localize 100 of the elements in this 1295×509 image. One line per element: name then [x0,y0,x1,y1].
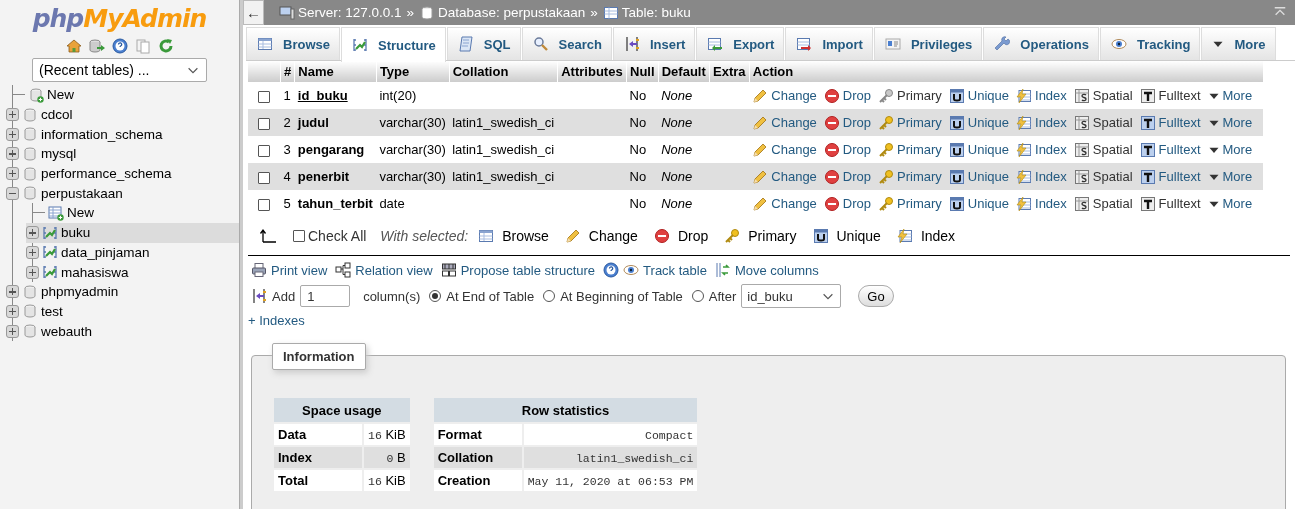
expand-toggle[interactable] [26,226,39,240]
action-link[interactable]: Fulltext [1139,114,1201,131]
action-link[interactable]: Drop [823,141,872,158]
recent-tables-dropdown[interactable]: (Recent tables) ... [32,58,207,82]
action-link[interactable]: Drop [823,195,872,212]
tree-item[interactable]: perpustakaan [6,183,239,204]
tree-item[interactable]: webauth [6,321,239,341]
column-collation: latin1_swedish_ci [452,115,555,130]
action-link[interactable]: Index [1016,195,1067,212]
check-all-checkbox[interactable] [293,230,305,242]
action-link[interactable]: Index [1016,114,1067,131]
action-link[interactable]: Primary [878,168,942,185]
link[interactable]: Move columns [734,262,819,278]
help-icon[interactable] [111,38,128,54]
expand-toggle[interactable] [26,265,39,279]
tree-item[interactable]: buku [26,222,239,243]
tree-item[interactable]: New [26,203,239,223]
more-dropdown[interactable]: More [1207,169,1253,184]
column-count-field[interactable]: 1 [300,285,351,307]
tree-item[interactable]: data_pinjaman [26,242,239,263]
tree-item[interactable]: cdcol [6,104,239,125]
action-link[interactable]: Index [1016,87,1067,104]
home-icon[interactable] [65,38,82,54]
action-link[interactable]: Primary [878,141,942,158]
action-link[interactable]: Drop [823,114,872,131]
help-icon[interactable] [603,262,620,278]
action-link[interactable]: Primary [878,114,942,131]
action-link[interactable]: Fulltext [1139,168,1201,185]
expand-toggle[interactable] [26,245,39,259]
breadcrumb-link[interactable]: Database: perpustakaan [438,5,586,20]
expand-toggle[interactable] [6,147,19,161]
action-link[interactable]: Change [752,141,817,158]
tab[interactable]: Structure [340,27,446,62]
action-link[interactable]: Change [752,195,817,212]
tree-item[interactable]: test [6,301,239,322]
tab[interactable]: Operations [983,27,1099,60]
action-link[interactable]: Unique [948,195,1010,212]
action-link[interactable]: Unique [948,87,1010,104]
bulk-action-button[interactable]: Primary [724,228,797,244]
tab[interactable]: Insert [612,27,696,60]
action-link[interactable]: Unique [948,168,1010,185]
indexes-link[interactable]: + Indexes [248,313,305,328]
tree-item[interactable]: mahasiswa [26,262,239,282]
action-link[interactable]: Unique [948,114,1010,131]
bulk-action-button[interactable]: Index [896,228,956,244]
after-field-dropdown[interactable]: id_buku [741,284,842,308]
expand-toggle[interactable] [6,167,19,181]
tree-item[interactable]: information_schema [6,124,239,145]
tab[interactable]: Browse [246,27,340,60]
action-link[interactable]: Primary [878,195,942,212]
bulk-action-button[interactable]: Unique [812,228,881,244]
link[interactable]: Track table [643,262,707,278]
tab[interactable]: Export [696,27,785,60]
go-button[interactable]: Go [858,285,894,307]
action-link[interactable]: Index [1016,168,1067,185]
tab[interactable]: SQL [446,27,521,60]
tree-item[interactable]: New [6,85,239,105]
database-arrow-icon[interactable] [88,38,105,54]
action-link[interactable]: Index [1016,141,1067,158]
action-link[interactable]: Unique [948,141,1010,158]
tab[interactable]: Privileges [873,27,983,60]
bulk-action-button[interactable]: Drop [653,228,709,244]
expand-toggle[interactable] [6,108,19,122]
more-dropdown[interactable]: More [1207,115,1253,130]
action-link[interactable]: Drop [823,168,872,185]
more-dropdown[interactable]: More [1207,88,1253,103]
action-link[interactable]: Change [752,168,817,185]
expand-toggle[interactable] [6,324,19,338]
expand-toggle[interactable] [6,127,19,141]
breadcrumb-link[interactable]: Table: buku [621,5,691,20]
link[interactable]: Relation view [355,262,433,278]
link[interactable]: Print view [271,262,328,278]
tree-item[interactable]: phpmyadmin [6,281,239,302]
tab[interactable]: Search [521,27,612,60]
tab[interactable]: More [1201,27,1276,60]
action-link[interactable]: Change [752,87,817,104]
breadcrumb-link[interactable]: Server: 127.0.0.1 [298,5,402,20]
tree-item[interactable]: performance_schema [6,163,239,184]
more-dropdown[interactable]: More [1207,196,1253,211]
reload-icon[interactable] [157,38,174,54]
action-link[interactable]: Drop [823,87,872,104]
tab[interactable]: Import [785,27,873,60]
row-checkbox[interactable] [258,144,270,157]
row-checkbox[interactable] [258,198,270,211]
row-checkbox[interactable] [258,117,270,130]
row-checkbox[interactable] [258,90,270,103]
expand-toggle[interactable] [6,285,19,299]
expand-toggle[interactable] [6,304,19,318]
row-checkbox[interactable] [258,171,270,184]
bulk-action-button[interactable]: Browse [478,228,549,244]
back-button[interactable]: ← [243,0,264,25]
link[interactable]: Propose table structure [460,262,596,278]
more-dropdown[interactable]: More [1207,142,1253,157]
bulk-action-button[interactable]: Change [564,228,638,244]
collapse-toggle[interactable] [6,186,19,200]
action-link[interactable]: Fulltext [1139,141,1201,158]
table-icon [257,36,273,52]
tab[interactable]: Tracking [1099,27,1201,60]
tree-item[interactable]: mysql [6,144,239,164]
action-link[interactable]: Change [752,114,817,131]
